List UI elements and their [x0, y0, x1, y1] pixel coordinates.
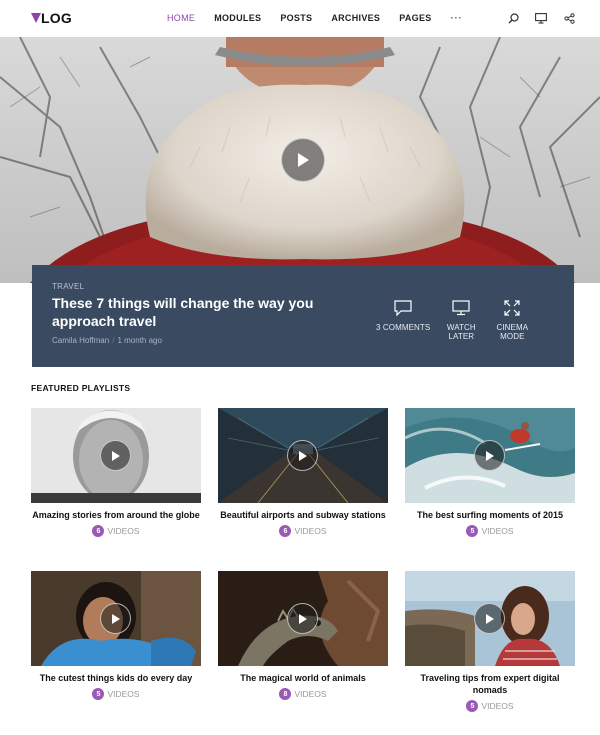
video-count-label: VIDEOS	[107, 526, 140, 536]
playlist-play-button[interactable]	[287, 440, 318, 471]
cinema-mode-button[interactable]: CINEMA MODE	[492, 299, 532, 341]
video-count-badge: 6	[279, 525, 292, 537]
playlist-play-button[interactable]	[100, 603, 131, 634]
comments-label: 3 COMMENTS	[376, 323, 431, 332]
playlist-play-button[interactable]	[100, 440, 131, 471]
play-icon	[485, 450, 494, 461]
nav-item-posts[interactable]: POSTS	[280, 12, 312, 24]
playlist-thumbnail[interactable]	[405, 408, 575, 503]
playlist-title[interactable]: Beautiful airports and subway stations	[218, 509, 388, 521]
nav-item-pages[interactable]: PAGES	[399, 12, 431, 24]
post-meta: Camila Hoffman/1 month ago	[52, 336, 162, 345]
playlist-card[interactable]: Amazing stories from around the globe 6V…	[31, 408, 201, 537]
video-count-badge: 8	[279, 688, 292, 700]
play-icon	[485, 613, 494, 624]
post-time: 1 month ago	[117, 336, 162, 345]
playlist-title[interactable]: Traveling tips from expert digital nomad…	[405, 672, 575, 696]
play-icon	[111, 613, 120, 624]
comments-button[interactable]: 3 COMMENTS	[376, 299, 430, 341]
nav-item-archives[interactable]: ARCHIVES	[331, 12, 380, 24]
nav-more-button[interactable]: ···	[451, 12, 463, 24]
video-count-label: VIDEOS	[107, 689, 140, 699]
hero-play-button[interactable]	[281, 138, 325, 182]
logo-triangle-icon	[31, 13, 41, 23]
nav-item-home[interactable]: HOME	[167, 12, 195, 24]
playlist-title[interactable]: Amazing stories from around the globe	[31, 509, 201, 521]
playlist-count: 6 VIDEOS	[31, 525, 201, 537]
play-icon	[298, 450, 307, 461]
playlist-play-button[interactable]	[287, 603, 318, 634]
main-nav: HOME MODULES POSTS ARCHIVES PAGES ···	[167, 12, 463, 24]
watch-later-button[interactable]: WATCH LATER	[444, 299, 478, 341]
playlist-thumbnail[interactable]	[31, 571, 201, 666]
play-icon	[298, 153, 309, 167]
hero-video[interactable]	[0, 37, 600, 283]
logo-text: LOG	[41, 10, 72, 26]
video-count-badge: 5	[466, 525, 479, 537]
playlist-thumbnail[interactable]	[218, 408, 388, 503]
playlist-card[interactable]: The best surfing moments of 2015 5 VIDEOS	[405, 408, 575, 537]
watch-later-label: WATCH LATER	[446, 323, 476, 341]
post-author[interactable]: Camila Hoffman	[52, 336, 109, 345]
playlist-card[interactable]: Traveling tips from expert digital nomad…	[405, 571, 575, 712]
share-icon[interactable]	[562, 11, 576, 25]
play-icon	[111, 450, 120, 461]
video-count-badge: 5	[466, 700, 479, 712]
playlist-play-button[interactable]	[474, 603, 505, 634]
monitor-icon[interactable]	[534, 11, 548, 25]
site-logo[interactable]: LOG	[31, 11, 72, 25]
video-count-badge: 6	[92, 525, 105, 537]
playlist-title[interactable]: The magical world of animals	[218, 672, 388, 684]
featured-playlists-title: FEATURED PLAYLISTS	[31, 383, 131, 393]
playlist-title[interactable]: The cutest things kids do every day	[31, 672, 201, 684]
video-count-label: VIDEOS	[481, 526, 514, 536]
expand-icon	[502, 299, 522, 317]
post-title[interactable]: These 7 things will change the way you a…	[52, 294, 352, 330]
comment-icon	[393, 299, 413, 317]
post-category[interactable]: TRAVEL	[52, 282, 84, 291]
hero-info-card: TRAVEL These 7 things will change the wa…	[32, 265, 574, 367]
playlist-play-button[interactable]	[474, 440, 505, 471]
video-count-label: VIDEOS	[481, 701, 514, 711]
playlist-count: 5 VIDEOS	[31, 688, 201, 700]
playlist-thumbnail[interactable]	[218, 571, 388, 666]
playlist-title[interactable]: The best surfing moments of 2015	[405, 509, 575, 521]
monitor-icon	[451, 299, 471, 317]
playlist-count: 5 VIDEOS	[405, 525, 575, 537]
playlist-thumbnail[interactable]	[405, 571, 575, 666]
search-icon[interactable]	[506, 11, 520, 25]
play-icon	[298, 613, 307, 624]
playlist-thumbnail[interactable]	[31, 408, 201, 503]
playlist-count: 8 VIDEOS	[218, 688, 388, 700]
playlist-count: 6 VIDEOS	[218, 525, 388, 537]
header-icons	[492, 11, 576, 25]
video-count-label: VIDEOS	[294, 689, 327, 699]
video-count-label: VIDEOS	[294, 526, 327, 536]
playlist-card[interactable]: The cutest things kids do every day 5 VID…	[31, 571, 201, 700]
playlist-card[interactable]: The magical world of animals 8 VIDEOS	[218, 571, 388, 700]
site-header: LOG HOME MODULES POSTS ARCHIVES PAGES ··…	[0, 0, 600, 37]
nav-item-modules[interactable]: MODULES	[214, 12, 261, 24]
video-count-badge: 5	[92, 688, 105, 700]
cinema-mode-label: CINEMA MODE	[496, 323, 529, 341]
playlist-count: 5 VIDEOS	[405, 700, 575, 712]
playlist-card[interactable]: Beautiful airports and subway stations 6…	[218, 408, 388, 537]
post-actions: 3 COMMENTS WATCH LATER CINEMA MODE	[376, 299, 546, 341]
